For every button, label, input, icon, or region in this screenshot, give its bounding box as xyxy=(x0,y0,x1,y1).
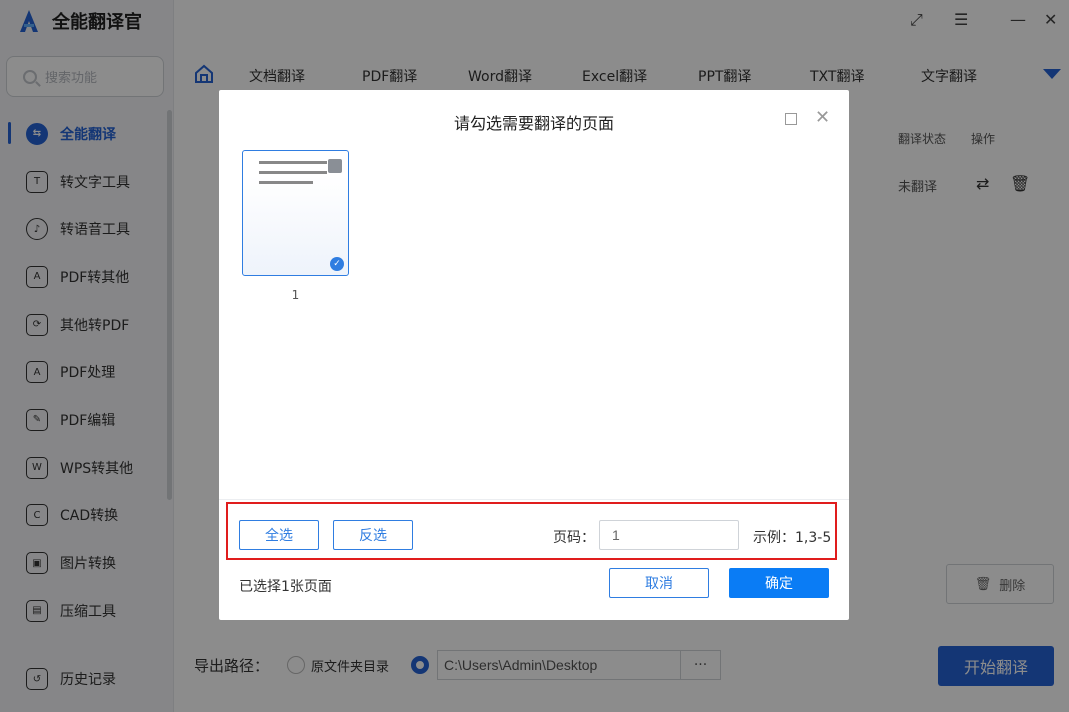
maximize-icon[interactable] xyxy=(785,113,797,125)
page-number: 1 xyxy=(291,288,300,302)
select-all-button[interactable]: 全选 xyxy=(239,520,319,550)
invert-selection-button[interactable]: 反选 xyxy=(333,520,413,550)
cancel-button[interactable]: 取消 xyxy=(609,568,709,598)
page-label: 页码： xyxy=(553,530,595,546)
check-icon[interactable]: ✓ xyxy=(330,257,344,271)
page-example-hint: 示例：1,3-5 xyxy=(753,530,832,546)
confirm-button[interactable]: 确定 xyxy=(729,568,829,598)
close-icon[interactable]: ✕ xyxy=(815,109,830,127)
divider xyxy=(219,499,849,500)
page-number-input[interactable]: 1 xyxy=(599,520,739,550)
page-thumbnail[interactable]: ✓ xyxy=(242,150,349,276)
preview-icon[interactable] xyxy=(328,159,342,173)
dialog-title: 请勾选需要翻译的页面 xyxy=(453,114,614,133)
selected-count: 已选择1张页面 xyxy=(239,579,332,595)
page-select-dialog: 请勾选需要翻译的页面 ✕ ✓ 1 全选 反选 页码： 1 示例：1,3-5 已选… xyxy=(219,90,849,620)
thumbnail-content xyxy=(259,161,327,191)
